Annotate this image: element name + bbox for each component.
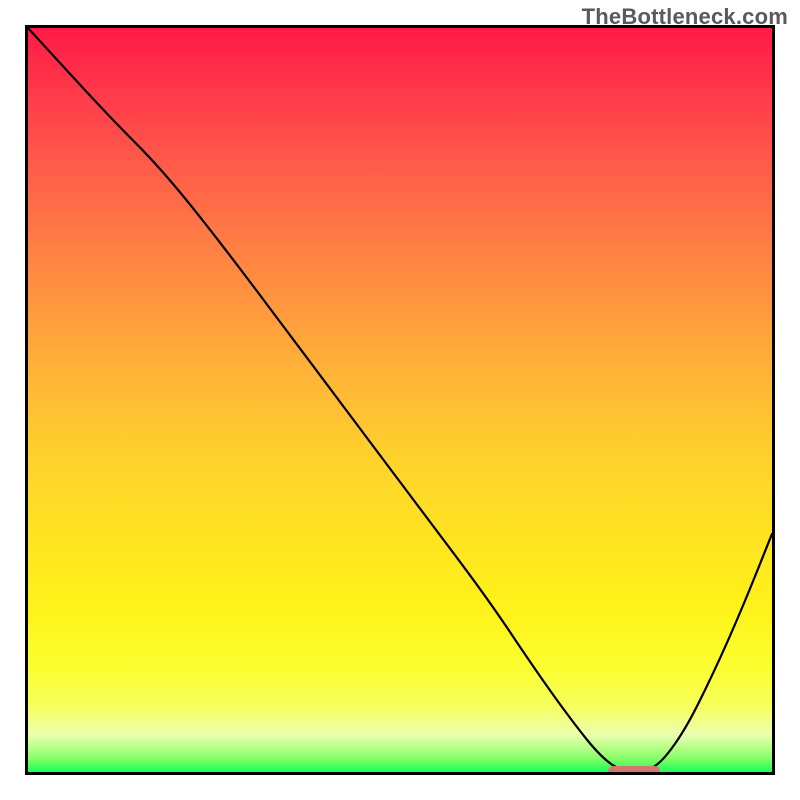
chart-container: TheBottleneck.com [0,0,800,800]
watermark-text: TheBottleneck.com [582,4,788,30]
curve-svg [28,28,772,772]
optimal-marker [608,766,660,775]
curve-path [28,28,772,772]
plot-area [25,25,775,775]
